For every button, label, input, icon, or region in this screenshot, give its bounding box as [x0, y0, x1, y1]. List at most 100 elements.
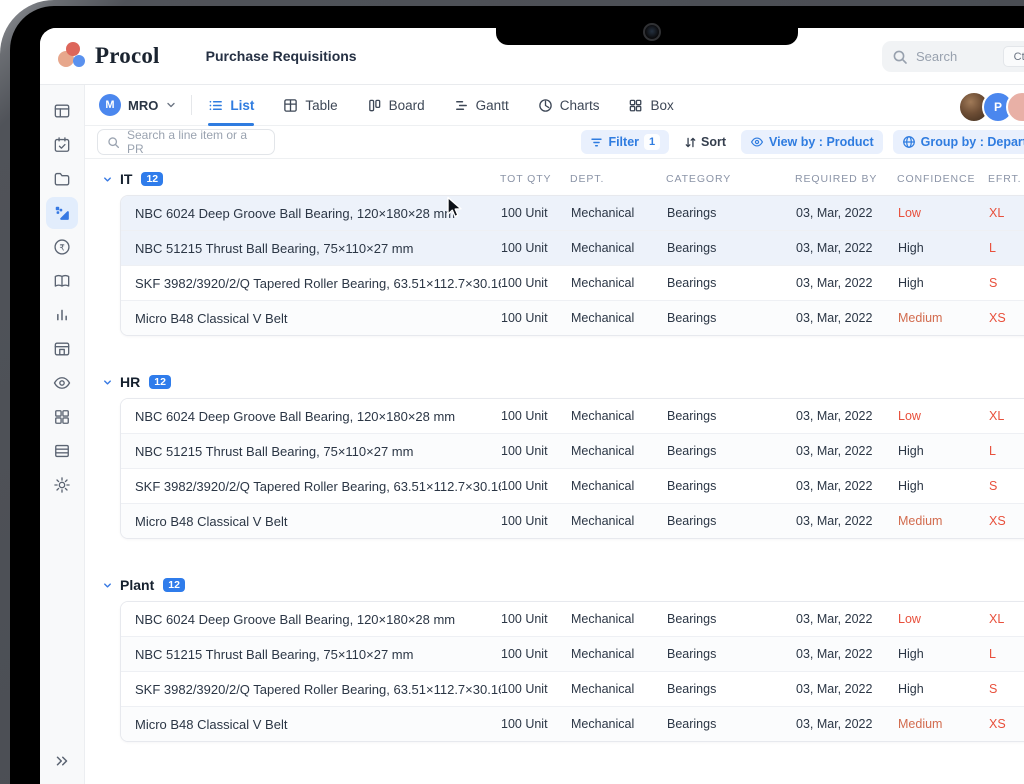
- group-section: IT 12 TOT QTYDEPT.CATEGORYREQUIRED BYCON…: [100, 165, 1024, 336]
- server-rows-icon[interactable]: [46, 435, 78, 467]
- sidebar-expand-button[interactable]: [53, 752, 71, 770]
- qty-cell: 100 Unit: [501, 311, 571, 325]
- workspace-switcher[interactable]: M MRO: [99, 94, 177, 116]
- effort-cell: S: [989, 276, 1024, 290]
- category-cell: Bearings: [667, 647, 796, 661]
- group-count-badge: 12: [149, 375, 171, 390]
- main-panel: M MRO List Table: [85, 85, 1024, 784]
- item-name-cell[interactable]: Micro B48 Classical V Belt: [121, 514, 501, 529]
- eye-icon[interactable]: [46, 367, 78, 399]
- item-name-cell[interactable]: SKF 3982/3920/2/Q Tapered Roller Bearing…: [121, 479, 501, 494]
- table-row[interactable]: Micro B48 Classical V Belt 100 Unit Mech…: [121, 503, 1024, 538]
- column-header: REQUIRED BY: [795, 173, 897, 185]
- panels-icon[interactable]: [46, 95, 78, 127]
- dept-cell: Mechanical: [571, 717, 667, 731]
- gear-icon[interactable]: [46, 469, 78, 501]
- folder-icon[interactable]: [46, 163, 78, 195]
- workspace-avatar: M: [99, 94, 121, 116]
- tab-box[interactable]: Box: [628, 85, 673, 125]
- chevron-down-icon[interactable]: [100, 580, 120, 591]
- view-by-button[interactable]: View by : Product: [741, 130, 883, 154]
- tab-bar: M MRO List Table: [85, 85, 1024, 126]
- line-item-search-placeholder: Search a line item or a PR: [127, 128, 265, 156]
- dept-cell: Mechanical: [571, 409, 667, 423]
- column-header: DEPT.: [570, 173, 666, 185]
- table-row[interactable]: NBC 51215 Thrust Ball Bearing, 75×110×27…: [121, 230, 1024, 265]
- user-avatar-stack[interactable]: P: [966, 91, 1024, 123]
- required-by-cell: 03, Mar, 2022: [796, 311, 898, 325]
- required-by-cell: 03, Mar, 2022: [796, 241, 898, 255]
- filter-label: Filter: [608, 135, 639, 149]
- dept-cell: Mechanical: [571, 682, 667, 696]
- workspace-name: MRO: [128, 98, 158, 113]
- item-name-cell[interactable]: SKF 3982/3920/2/Q Tapered Roller Bearing…: [121, 682, 501, 697]
- table-row[interactable]: SKF 3982/3920/2/Q Tapered Roller Bearing…: [121, 468, 1024, 503]
- groups-container: IT 12 TOT QTYDEPT.CATEGORYREQUIRED BYCON…: [85, 159, 1024, 742]
- table-row[interactable]: SKF 3982/3920/2/Q Tapered Roller Bearing…: [121, 671, 1024, 706]
- item-name-cell[interactable]: Micro B48 Classical V Belt: [121, 717, 501, 732]
- table-row[interactable]: SKF 3982/3920/2/Q Tapered Roller Bearing…: [121, 265, 1024, 300]
- confidence-cell: Medium: [898, 311, 989, 325]
- storefront-icon[interactable]: [46, 333, 78, 365]
- apps-grid-icon[interactable]: [46, 401, 78, 433]
- item-name-cell[interactable]: NBC 51215 Thrust Ball Bearing, 75×110×27…: [121, 241, 501, 256]
- item-name-cell[interactable]: NBC 6024 Deep Groove Ball Bearing, 120×1…: [121, 612, 501, 627]
- item-name-cell[interactable]: NBC 6024 Deep Groove Ball Bearing, 120×1…: [121, 206, 501, 221]
- item-name-cell[interactable]: NBC 6024 Deep Groove Ball Bearing, 120×1…: [121, 409, 501, 424]
- group-count-badge: 12: [163, 578, 185, 593]
- category-cell: Bearings: [667, 612, 796, 626]
- group-name: HR: [120, 374, 140, 390]
- group-by-button[interactable]: Group by : Departme: [893, 130, 1024, 154]
- chevron-down-icon[interactable]: [100, 377, 120, 388]
- app-screen: Procol Purchase Requisitions Search Ctr: [40, 28, 1024, 784]
- item-name-cell[interactable]: SKF 3982/3920/2/Q Tapered Roller Bearing…: [121, 276, 501, 291]
- group-header: Plant 12: [100, 571, 1024, 599]
- rupee-icon[interactable]: ₹: [46, 231, 78, 263]
- global-search-input[interactable]: Search Ctr: [882, 41, 1024, 72]
- line-item-search-input[interactable]: Search a line item or a PR: [97, 129, 275, 155]
- calendar-check-icon[interactable]: [46, 129, 78, 161]
- required-by-cell: 03, Mar, 2022: [796, 612, 898, 626]
- eye-icon: [750, 135, 764, 149]
- table-row[interactable]: NBC 51215 Thrust Ball Bearing, 75×110×27…: [121, 433, 1024, 468]
- tab-board[interactable]: Board: [367, 85, 425, 125]
- tab-table[interactable]: Table: [283, 85, 337, 125]
- sourcing-icon[interactable]: [46, 197, 78, 229]
- device-mockup: Procol Purchase Requisitions Search Ctr: [0, 0, 1024, 784]
- confidence-cell: High: [898, 682, 989, 696]
- table-row[interactable]: NBC 51215 Thrust Ball Bearing, 75×110×27…: [121, 636, 1024, 671]
- tab-label: Gantt: [476, 98, 509, 113]
- board-icon: [367, 98, 382, 113]
- effort-cell: XS: [989, 717, 1024, 731]
- table-row[interactable]: Micro B48 Classical V Belt 100 Unit Mech…: [121, 300, 1024, 335]
- tab-gantt[interactable]: Gantt: [454, 85, 509, 125]
- item-name-cell[interactable]: Micro B48 Classical V Belt: [121, 311, 501, 326]
- chevron-down-icon: [165, 99, 177, 111]
- category-cell: Bearings: [667, 311, 796, 325]
- page-title: Purchase Requisitions: [206, 48, 357, 64]
- item-name-cell[interactable]: NBC 51215 Thrust Ball Bearing, 75×110×27…: [121, 647, 501, 662]
- category-cell: Bearings: [667, 409, 796, 423]
- confidence-cell: High: [898, 479, 989, 493]
- book-icon[interactable]: [46, 265, 78, 297]
- tab-charts[interactable]: Charts: [538, 85, 600, 125]
- table-row[interactable]: NBC 6024 Deep Groove Ball Bearing, 120×1…: [121, 399, 1024, 433]
- effort-cell: XL: [989, 409, 1024, 423]
- item-name-cell[interactable]: NBC 51215 Thrust Ball Bearing, 75×110×27…: [121, 444, 501, 459]
- sort-button[interactable]: Sort: [684, 135, 726, 149]
- global-search-placeholder: Search: [916, 49, 957, 64]
- table-row[interactable]: Micro B48 Classical V Belt 100 Unit Mech…: [121, 706, 1024, 741]
- required-by-cell: 03, Mar, 2022: [796, 647, 898, 661]
- dept-cell: Mechanical: [571, 612, 667, 626]
- tab-list[interactable]: List: [208, 85, 254, 125]
- bar-chart-icon[interactable]: [46, 299, 78, 331]
- column-header: EFRT.: [988, 173, 1024, 185]
- qty-cell: 100 Unit: [501, 717, 571, 731]
- search-icon: [892, 49, 908, 65]
- chevron-down-icon[interactable]: [100, 174, 120, 185]
- group-header: IT 12 TOT QTYDEPT.CATEGORYREQUIRED BYCON…: [100, 165, 1024, 193]
- filter-button[interactable]: Filter 1: [581, 130, 669, 154]
- table-row[interactable]: NBC 6024 Deep Groove Ball Bearing, 120×1…: [121, 602, 1024, 636]
- effort-cell: XL: [989, 612, 1024, 626]
- table-row[interactable]: NBC 6024 Deep Groove Ball Bearing, 120×1…: [121, 196, 1024, 230]
